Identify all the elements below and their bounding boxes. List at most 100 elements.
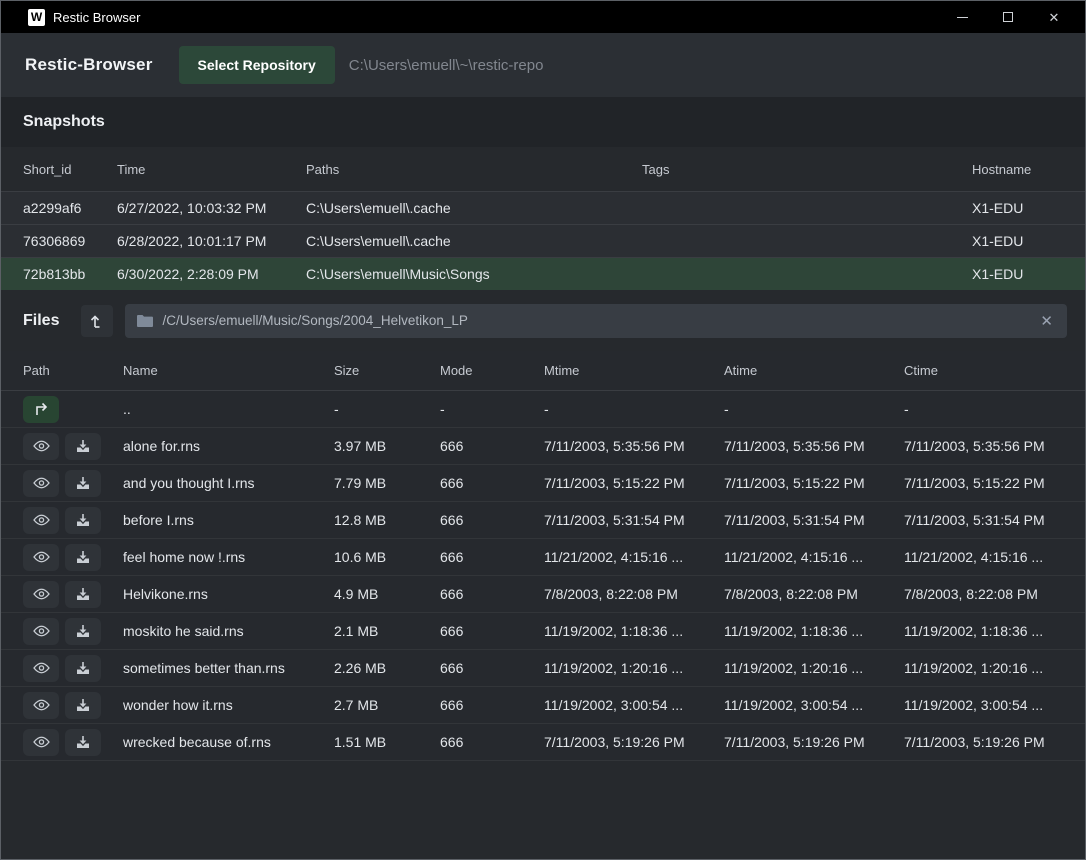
file-mtime: -: [544, 401, 724, 417]
file-name: and you thought I.rns: [123, 475, 334, 491]
file-name: before I.rns: [123, 512, 334, 528]
snapshots-title: Snapshots: [23, 113, 105, 131]
eye-icon: [33, 440, 50, 452]
snapshot-time: 6/27/2022, 10:03:32 PM: [117, 200, 306, 216]
snapshots-table-header: Short_id Time Paths Tags Hostname: [1, 147, 1085, 191]
snapshot-short-id: 72b813bb: [23, 266, 117, 282]
download-file-button[interactable]: [65, 729, 101, 756]
column-header-mode[interactable]: Mode: [440, 363, 544, 378]
app-window: W Restic Browser ✕ Restic-Browser Select…: [0, 0, 1086, 860]
file-row[interactable]: Helvikone.rns 4.9 MB 666 7/8/2003, 8:22:…: [1, 576, 1085, 613]
file-name: ..: [123, 401, 334, 417]
close-button[interactable]: ✕: [1031, 1, 1077, 33]
file-row[interactable]: feel home now !.rns 10.6 MB 666 11/21/20…: [1, 539, 1085, 576]
preview-file-button[interactable]: [23, 470, 59, 497]
preview-file-button[interactable]: [23, 692, 59, 719]
file-row[interactable]: wonder how it.rns 2.7 MB 666 11/19/2002,…: [1, 687, 1085, 724]
up-directory-button[interactable]: [81, 305, 113, 337]
file-size: 3.97 MB: [334, 438, 440, 454]
select-repository-button[interactable]: Select Repository: [179, 46, 335, 84]
snapshot-hostname: X1-EDU: [972, 233, 1085, 249]
snapshot-short-id: a2299af6: [23, 200, 117, 216]
minimize-icon: [957, 17, 968, 18]
file-atime: 7/11/2003, 5:19:26 PM: [724, 734, 904, 750]
download-file-button[interactable]: [65, 692, 101, 719]
files-table-header: Path Name Size Mode Mtime Atime Ctime: [1, 351, 1085, 391]
preview-file-button[interactable]: [23, 618, 59, 645]
column-header-time[interactable]: Time: [117, 162, 306, 177]
enter-parent-directory-button[interactable]: [23, 396, 59, 423]
column-header-name[interactable]: Name: [123, 363, 334, 378]
parent-directory-row[interactable]: .. - - - - -: [1, 391, 1085, 428]
file-atime: 11/19/2002, 3:00:54 ...: [724, 697, 904, 713]
column-header-atime[interactable]: Atime: [724, 363, 904, 378]
empty-area: [1, 761, 1085, 859]
download-file-button[interactable]: [65, 433, 101, 460]
file-atime: 7/11/2003, 5:31:54 PM: [724, 512, 904, 528]
file-atime: 11/19/2002, 1:20:16 ...: [724, 660, 904, 676]
download-file-button[interactable]: [65, 507, 101, 534]
snapshot-row[interactable]: a2299af6 6/27/2022, 10:03:32 PM C:\Users…: [1, 191, 1085, 224]
file-ctime: 11/19/2002, 1:18:36 ...: [904, 623, 1085, 639]
preview-file-button[interactable]: [23, 729, 59, 756]
file-size: 2.26 MB: [334, 660, 440, 676]
download-icon: [76, 513, 90, 527]
column-header-mtime[interactable]: Mtime: [544, 363, 724, 378]
clear-path-button[interactable]: ✕: [1038, 312, 1055, 330]
preview-file-button[interactable]: [23, 433, 59, 460]
file-row[interactable]: moskito he said.rns 2.1 MB 666 11/19/200…: [1, 613, 1085, 650]
file-name: Helvikone.rns: [123, 586, 334, 602]
snapshot-row[interactable]: 76306869 6/28/2022, 10:01:17 PM C:\Users…: [1, 224, 1085, 257]
download-file-button[interactable]: [65, 655, 101, 682]
download-file-button[interactable]: [65, 544, 101, 571]
snapshot-row[interactable]: 72b813bb 6/30/2022, 2:28:09 PM C:\Users\…: [1, 257, 1085, 290]
titlebar: W Restic Browser ✕: [1, 1, 1085, 33]
file-row[interactable]: alone for.rns 3.97 MB 666 7/11/2003, 5:3…: [1, 428, 1085, 465]
maximize-button[interactable]: [985, 1, 1031, 33]
current-path-input[interactable]: /C/Users/emuell/Music/Songs/2004_Helveti…: [125, 304, 1067, 338]
eye-icon: [33, 477, 50, 489]
column-header-tags[interactable]: Tags: [642, 162, 972, 177]
column-header-short-id[interactable]: Short_id: [23, 162, 117, 177]
download-file-button[interactable]: [65, 470, 101, 497]
file-mode: -: [440, 401, 544, 417]
file-row[interactable]: sometimes better than.rns 2.26 MB 666 11…: [1, 650, 1085, 687]
preview-file-button[interactable]: [23, 581, 59, 608]
file-atime: 7/11/2003, 5:15:22 PM: [724, 475, 904, 491]
download-file-button[interactable]: [65, 581, 101, 608]
snapshot-paths: C:\Users\emuell\.cache: [306, 233, 642, 249]
eye-icon: [33, 551, 50, 563]
maximize-icon: [1003, 12, 1013, 22]
file-row[interactable]: and you thought I.rns 7.79 MB 666 7/11/2…: [1, 465, 1085, 502]
file-atime: 11/19/2002, 1:18:36 ...: [724, 623, 904, 639]
file-mode: 666: [440, 438, 544, 454]
column-header-size[interactable]: Size: [334, 363, 440, 378]
column-header-path[interactable]: Path: [23, 363, 123, 378]
preview-file-button[interactable]: [23, 544, 59, 571]
repository-path: C:\Users\emuell\~\restic-repo: [349, 57, 544, 74]
snapshot-short-id: 76306869: [23, 233, 117, 249]
preview-file-button[interactable]: [23, 507, 59, 534]
preview-file-button[interactable]: [23, 655, 59, 682]
column-header-paths[interactable]: Paths: [306, 162, 642, 177]
column-header-hostname[interactable]: Hostname: [972, 162, 1085, 177]
eye-icon: [33, 588, 50, 600]
eye-icon: [33, 625, 50, 637]
file-name: wonder how it.rns: [123, 697, 334, 713]
download-file-button[interactable]: [65, 618, 101, 645]
files-bar: Files /C/Users/emuell/Music/Songs/2004_H…: [1, 290, 1085, 351]
file-size: 2.7 MB: [334, 697, 440, 713]
file-ctime: 7/11/2003, 5:31:54 PM: [904, 512, 1085, 528]
file-name: alone for.rns: [123, 438, 334, 454]
file-row[interactable]: before I.rns 12.8 MB 666 7/11/2003, 5:31…: [1, 502, 1085, 539]
file-size: 4.9 MB: [334, 586, 440, 602]
column-header-ctime[interactable]: Ctime: [904, 363, 1085, 378]
file-ctime: 7/11/2003, 5:15:22 PM: [904, 475, 1085, 491]
download-icon: [76, 550, 90, 564]
minimize-button[interactable]: [939, 1, 985, 33]
file-mtime: 7/11/2003, 5:31:54 PM: [544, 512, 724, 528]
file-mode: 666: [440, 586, 544, 602]
file-row[interactable]: wrecked because of.rns 1.51 MB 666 7/11/…: [1, 724, 1085, 761]
file-mtime: 11/21/2002, 4:15:16 ...: [544, 549, 724, 565]
file-rows: alone for.rns 3.97 MB 666 7/11/2003, 5:3…: [1, 428, 1085, 761]
